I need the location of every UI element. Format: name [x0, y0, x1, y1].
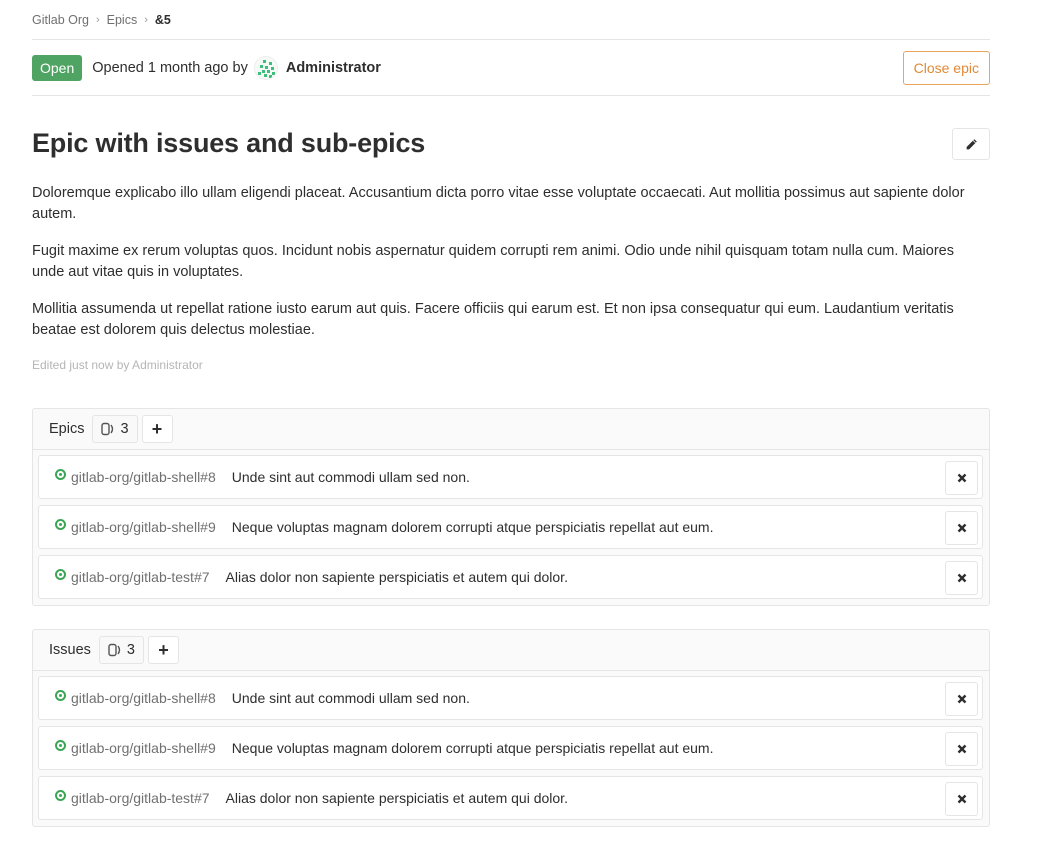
- item-title[interactable]: Neque voluptas magnam dolorem corrupti a…: [232, 740, 714, 756]
- count-badge: 3: [98, 636, 144, 664]
- issue-open-icon: [55, 790, 66, 801]
- count-value: 3: [126, 642, 135, 658]
- close-icon: [957, 744, 966, 754]
- close-epic-button[interactable]: Close epic: [902, 51, 990, 85]
- opened-text: Opened 1 month ago by: [92, 59, 248, 76]
- issue-open-icon: [55, 690, 66, 701]
- remove-button[interactable]: [945, 561, 978, 595]
- item-title[interactable]: Neque voluptas magnam dolorem corrupti a…: [232, 519, 714, 535]
- related-epics-header: Epics 3 +: [33, 409, 989, 450]
- plus-icon: +: [151, 418, 163, 439]
- pencil-icon: [966, 138, 977, 149]
- description-paragraph: Fugit maxime ex rerum voluptas quos. Inc…: [32, 243, 954, 280]
- remove-button[interactable]: [945, 682, 978, 716]
- issues-icon: [108, 643, 121, 657]
- plus-icon: +: [158, 639, 169, 660]
- list-item: gitlab-org/gitlab-test#7 Alias dolor non…: [38, 776, 983, 820]
- item-reference[interactable]: gitlab-org/gitlab-test#7: [71, 569, 210, 585]
- chevron-right-icon: ›: [144, 13, 148, 26]
- count-badge: 3: [92, 415, 138, 443]
- item-reference[interactable]: gitlab-org/gitlab-test#7: [71, 790, 210, 806]
- remove-button[interactable]: [945, 732, 978, 766]
- related-issues-section: Issues 3 + gitlab-org/gitlab-shell#8 Und…: [32, 629, 990, 827]
- chevron-right-icon: ›: [95, 13, 100, 26]
- issue-open-icon: [55, 519, 66, 530]
- close-icon: [957, 573, 966, 583]
- remove-button[interactable]: [945, 511, 978, 545]
- issue-open-icon: [55, 469, 66, 480]
- close-icon: [957, 694, 966, 704]
- item-reference[interactable]: gitlab-org/gitlab-shell#9: [71, 519, 216, 535]
- item-reference[interactable]: gitlab-org/gitlab-shell#9: [71, 740, 216, 756]
- related-epics-section: Epics 3 + gitlab-org/gitlab-shell#8 Unde…: [32, 408, 990, 606]
- section-title: Issues: [49, 642, 91, 658]
- list-item: gitlab-org/gitlab-shell#8 Unde sint aut …: [38, 676, 983, 720]
- description-paragraph: Doloremque explicabo illo ullam eligendi…: [32, 185, 965, 222]
- breadcrumb-item-group[interactable]: Gitlab Org: [32, 13, 89, 27]
- item-title[interactable]: Alias dolor non sapiente perspiciatis et…: [226, 569, 568, 585]
- item-reference[interactable]: gitlab-org/gitlab-shell#8: [71, 469, 216, 485]
- epic-description: Doloremque explicabo illo ullam eligendi…: [32, 183, 990, 357]
- breadcrumb-item-epics[interactable]: Epics: [107, 13, 138, 27]
- breadcrumb: Gitlab Org › Epics › &5: [32, 0, 990, 40]
- epic-page: Gitlab Org › Epics › &5 Open Opened 1 mo…: [32, 0, 990, 827]
- author-link[interactable]: Administrator: [286, 60, 381, 76]
- epic-header: Open Opened 1 month ago by Administrator…: [32, 40, 990, 96]
- breadcrumb-item-current[interactable]: &5: [155, 13, 171, 27]
- epic-title: Epic with issues and sub-epics: [32, 128, 426, 158]
- list-item: gitlab-org/gitlab-shell#9 Neque voluptas…: [38, 726, 983, 770]
- section-title: Epics: [49, 421, 85, 437]
- related-epics-list: gitlab-org/gitlab-shell#8 Unde sint aut …: [33, 450, 989, 605]
- remove-button[interactable]: [945, 461, 978, 495]
- item-title[interactable]: Unde sint aut commodi ullam sed non.: [232, 469, 470, 485]
- count-value: 3: [120, 421, 129, 437]
- add-epic-button[interactable]: +: [141, 415, 173, 443]
- avatar[interactable]: [253, 55, 278, 80]
- close-icon: [957, 794, 966, 804]
- item-title[interactable]: Unde sint aut commodi ullam sed non.: [232, 690, 470, 706]
- close-icon: [957, 473, 966, 483]
- status-badge: Open: [32, 54, 83, 81]
- title-row: Epic with issues and sub-epics: [32, 96, 990, 180]
- list-item: gitlab-org/gitlab-test#7 Alias dolor non…: [38, 555, 983, 599]
- edited-text: Edited just now by Administrator: [32, 358, 203, 372]
- edit-button[interactable]: [952, 128, 990, 160]
- close-icon: [957, 523, 966, 533]
- issues-icon: [101, 422, 114, 436]
- related-issues-header: Issues 3 +: [33, 630, 989, 671]
- issue-open-icon: [55, 740, 66, 751]
- issue-open-icon: [55, 569, 66, 580]
- list-item: gitlab-org/gitlab-shell#8 Unde sint aut …: [38, 455, 983, 499]
- list-item: gitlab-org/gitlab-shell#9 Neque voluptas…: [38, 505, 983, 549]
- related-issues-list: gitlab-org/gitlab-shell#8 Unde sint aut …: [33, 671, 989, 826]
- description-paragraph: Mollitia assumenda ut repellat ratione i…: [32, 301, 954, 338]
- remove-button[interactable]: [945, 782, 978, 816]
- item-title[interactable]: Alias dolor non sapiente perspiciatis et…: [226, 790, 568, 806]
- item-reference[interactable]: gitlab-org/gitlab-shell#8: [71, 690, 216, 706]
- add-issue-button[interactable]: +: [148, 636, 179, 664]
